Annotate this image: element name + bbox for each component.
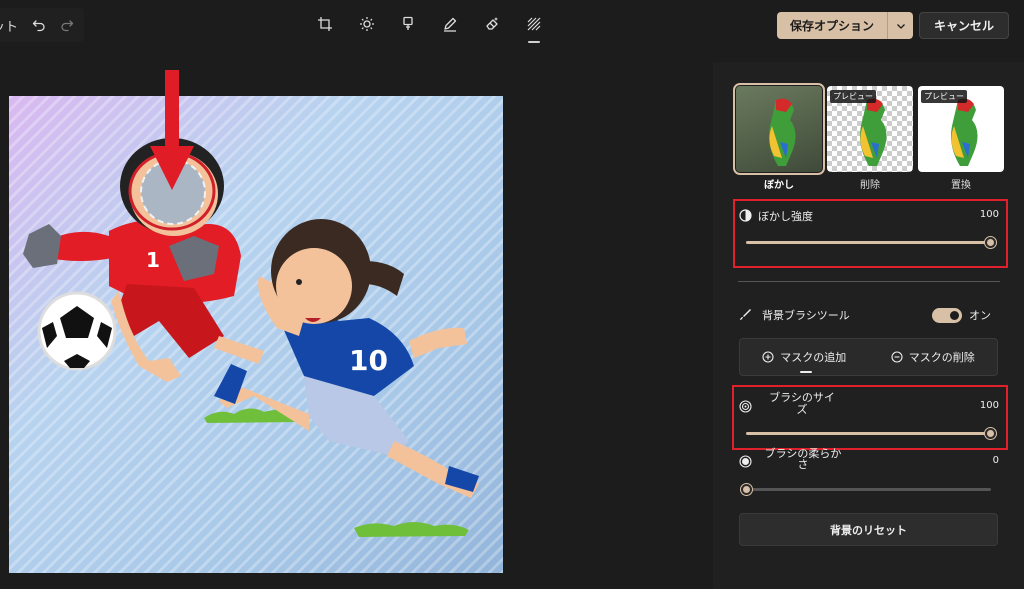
- blur-strength-thumb[interactable]: [985, 237, 996, 248]
- preview-tag: プレビュー: [921, 90, 967, 103]
- crop-icon[interactable]: [314, 13, 336, 35]
- mode-remove-label: 削除: [860, 180, 880, 191]
- blur-strength-slider[interactable]: [746, 241, 991, 244]
- cancel-button[interactable]: キャンセル: [919, 12, 1009, 39]
- preview-tag: プレビュー: [830, 90, 876, 103]
- edit-history-group: ット: [0, 8, 84, 42]
- brush-size-value: 100: [979, 400, 999, 411]
- mode-replace-thumb[interactable]: プレビュー: [918, 86, 1004, 172]
- background-icon[interactable]: [523, 13, 545, 43]
- redo-icon[interactable]: [60, 18, 74, 32]
- red-arrow-annotation: [150, 70, 194, 190]
- remove-mask-label: マスクの削除: [908, 351, 975, 364]
- mode-replace-label: 置換: [951, 180, 971, 191]
- brightness-icon[interactable]: [356, 13, 378, 35]
- save-options-button[interactable]: 保存オプション: [777, 12, 913, 39]
- svg-text:10: 10: [349, 344, 388, 377]
- top-toolbar: ット 保存オプション キャンセル: [0, 0, 1024, 52]
- brush-softness-value: 0: [992, 455, 999, 466]
- mode-remove-thumb[interactable]: プレビュー: [827, 86, 913, 172]
- brush-size-label: ブラシのサイ ズ: [769, 391, 835, 416]
- remove-circle-icon: [891, 351, 903, 363]
- brush-tool-label: 背景ブラシツール: [762, 309, 850, 322]
- undo-icon[interactable]: [32, 18, 46, 32]
- brush-tool-toggle[interactable]: [932, 308, 962, 323]
- brush-softness-slider[interactable]: [746, 488, 991, 491]
- brush-softness-thumb[interactable]: [741, 484, 752, 495]
- edited-image[interactable]: 1 10: [9, 96, 503, 573]
- add-mask-label: マスクの追加: [780, 351, 847, 364]
- add-circle-icon: [762, 351, 774, 363]
- brush-softness-label: ブラシの柔らか さ: [764, 447, 842, 471]
- soccer-illustration: 1 10: [23, 138, 479, 537]
- mask-mode-selector: マスクの追加 マスクの削除: [739, 338, 998, 376]
- blur-strength-value: 100: [979, 209, 999, 220]
- remove-mask-button[interactable]: マスクの削除: [869, 339, 998, 375]
- svg-text:1: 1: [146, 248, 160, 272]
- markup-icon[interactable]: [439, 13, 461, 35]
- background-panel: プレビュー プレビュー ぼかし 削除 置換 ぼかし強度 100 背景ブラシツール…: [713, 62, 1024, 589]
- brush-size-icon: [739, 400, 752, 413]
- reset-background-button[interactable]: 背景のリセット: [739, 513, 998, 546]
- blur-strength-label: ぼかし強度: [758, 210, 813, 223]
- brush-size-thumb[interactable]: [985, 428, 996, 439]
- erase-icon[interactable]: [481, 13, 503, 35]
- add-mask-button[interactable]: マスクの追加: [740, 339, 869, 375]
- brush-tool-toggle-label: オン: [969, 309, 991, 322]
- mode-blur-label: ぼかし: [764, 180, 794, 191]
- save-options-label: 保存オプション: [789, 19, 874, 33]
- parrot-image: [769, 98, 796, 166]
- contrast-icon: [739, 209, 752, 222]
- edit-history-label: ット: [0, 19, 18, 35]
- filter-icon[interactable]: [397, 13, 419, 35]
- brush-icon: [740, 309, 751, 320]
- brush-softness-icon: [739, 455, 752, 468]
- canvas-area: 1 10: [0, 52, 713, 589]
- mode-blur-thumb[interactable]: [733, 83, 825, 175]
- chevron-down-icon[interactable]: [888, 21, 913, 31]
- brush-size-slider[interactable]: [746, 432, 991, 435]
